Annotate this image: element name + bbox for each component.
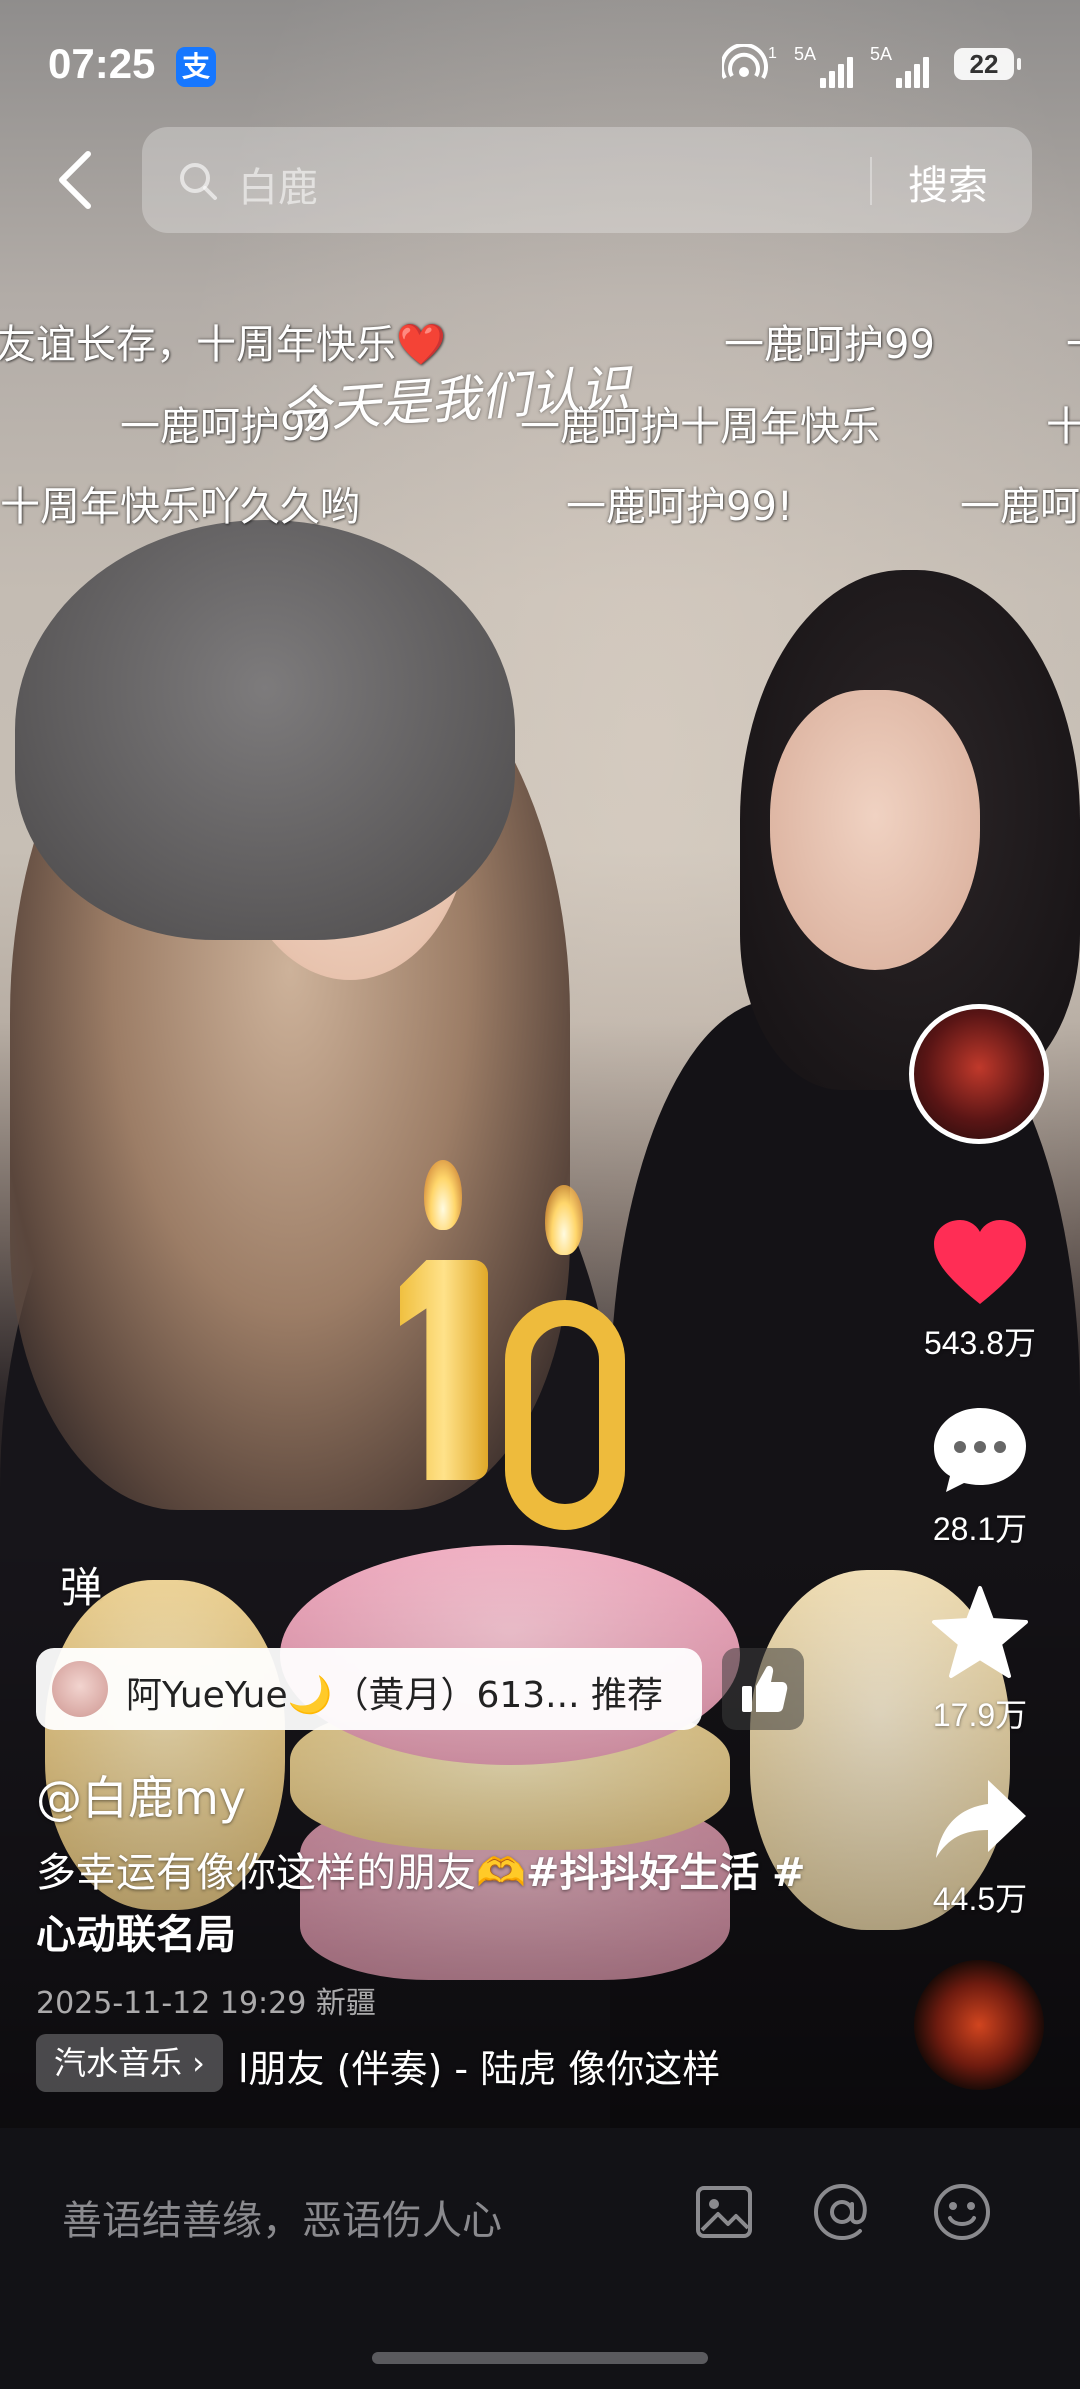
hotspot-icon: 1 (722, 44, 777, 80)
signal-sim1: 5A (794, 44, 854, 88)
share-count: 44.5万 (932, 1881, 1028, 1917)
hotspot-sub: 1 (768, 45, 777, 62)
comment-icon (934, 1408, 1026, 1492)
signal-sim2: 5A (870, 44, 930, 88)
star-icon (932, 1586, 1028, 1678)
favorite-count: 17.9万 (932, 1697, 1028, 1733)
recommend-banner[interactable]: 阿YueYue🌙（黄月）613... 推荐 (36, 1648, 702, 1730)
post-caption: 多幸运有像你这样的朋友🫶#抖抖好生活 #心动联名局 (36, 1842, 816, 1966)
signal-sim1-label: 5A (794, 44, 817, 64)
comment-bar: 善语结善缘，恶语伤人心 (0, 2128, 1080, 2389)
search-input[interactable]: 白鹿 (238, 155, 318, 213)
music-disc[interactable] (914, 1960, 1044, 2090)
danmaku-item: 友谊长存，十周年快乐❤️ (0, 322, 446, 368)
danmaku-item: 一鹿呵 (960, 484, 1080, 530)
comment-input[interactable]: 善语结善缘，恶语伤人心 (62, 2188, 502, 2246)
danmaku-item: 十 (1046, 404, 1080, 450)
video-person-left-hat (15, 520, 515, 940)
like-button[interactable]: 543.8万 (900, 1218, 1060, 1364)
video-candle-zero (505, 1300, 625, 1530)
back-arrow-icon[interactable] (52, 150, 102, 210)
music-title[interactable]: l朋友 (伴奏) - 陆虎 像你这样 (238, 2038, 720, 2093)
music-source-tag[interactable]: 汽水音乐 › (36, 2034, 223, 2092)
emoji-icon[interactable] (930, 2180, 994, 2244)
danmaku-toggle-button[interactable]: 弹 (40, 1540, 150, 1650)
danmaku-item: 十周年快乐吖久久哟 (0, 484, 360, 530)
heart-icon (934, 1220, 1026, 1304)
signal-bars-icon (820, 57, 854, 88)
at-icon[interactable] (810, 2180, 874, 2244)
signal-bars-icon (896, 57, 930, 88)
image-icon[interactable] (692, 2180, 756, 2244)
video-flame-two (545, 1185, 583, 1255)
share-icon (936, 1780, 1026, 1858)
caption-text: 多幸运有像你这样的朋友🫶 (36, 1850, 526, 1896)
author-name[interactable]: @白鹿my (36, 1762, 246, 1828)
favorite-button[interactable]: 17.9万 (900, 1584, 1060, 1736)
danmaku-item: 一鹿呵护99! (566, 484, 793, 530)
recommender-avatar (52, 1661, 108, 1717)
status-bar: 07:25 支 1 5A 5A 22 (0, 0, 1080, 130)
battery-icon: 22 (954, 48, 1021, 80)
danmaku-item: 一鹿呵护99 (724, 322, 935, 368)
post-meta: 2025-11-12 19:29 新疆 (36, 1986, 376, 2021)
thumbs-up-icon (742, 1665, 788, 1712)
recommend-like-button[interactable] (722, 1648, 804, 1730)
share-button[interactable]: 44.5万 (900, 1774, 1060, 1920)
search-bar[interactable]: 白鹿 搜索 (142, 127, 1032, 233)
danmaku-item: 一 (1066, 312, 1080, 370)
author-avatar[interactable] (909, 1004, 1049, 1144)
alipay-icon: 支 (176, 47, 216, 87)
video-flame-one (424, 1160, 462, 1230)
comment-button[interactable]: 28.1万 (900, 1404, 1060, 1550)
search-divider (870, 157, 872, 205)
search-icon (180, 163, 217, 200)
like-count: 543.8万 (923, 1325, 1037, 1361)
search-button[interactable]: 搜索 (908, 153, 988, 211)
comment-count: 28.1万 (932, 1511, 1028, 1547)
status-time: 07:25 (48, 40, 156, 87)
signal-sim2-label: 5A (870, 44, 893, 64)
video-person-right-face (770, 690, 980, 970)
recommend-text: 阿YueYue🌙（黄月）613... 推荐 (126, 1675, 663, 1716)
home-indicator[interactable] (372, 2352, 708, 2364)
hashtag-link[interactable]: #抖抖好生活 (526, 1850, 760, 1896)
danmaku-toggle-label: 弹 (60, 1563, 103, 1612)
